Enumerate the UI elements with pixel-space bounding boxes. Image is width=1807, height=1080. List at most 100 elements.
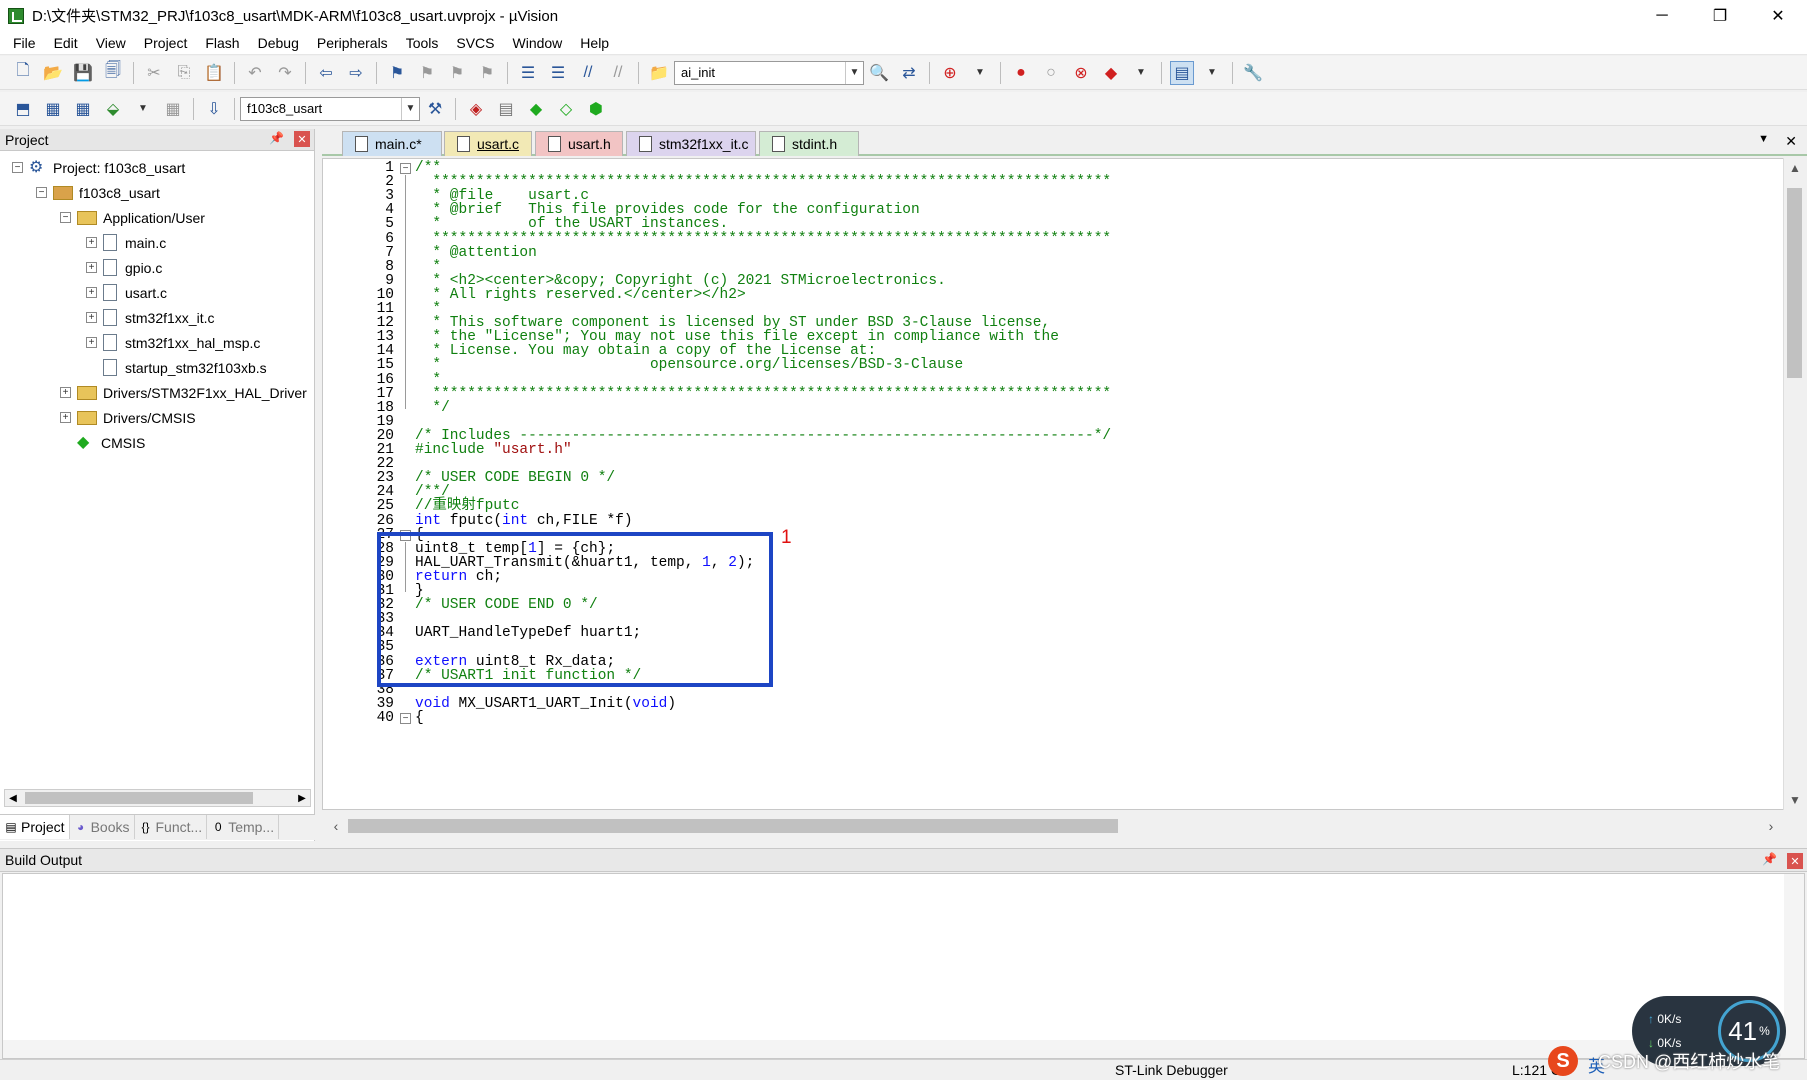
copy-icon[interactable]: ⎘ xyxy=(172,61,196,85)
pack-installer-icon[interactable]: ⬢ xyxy=(584,97,608,121)
expand-icon[interactable]: + xyxy=(60,412,71,423)
collapse-icon[interactable]: − xyxy=(36,187,47,198)
window-layout-dropdown-icon[interactable]: ▼ xyxy=(1200,61,1224,85)
close-tab-icon[interactable]: ✕ xyxy=(1785,133,1797,150)
breakpoints-dropdown-icon[interactable]: ▼ xyxy=(1129,61,1153,85)
expand-icon[interactable]: + xyxy=(86,262,97,273)
translate-icon[interactable]: ⬒ xyxy=(11,97,35,121)
unindent-icon[interactable]: ☰ xyxy=(546,61,570,85)
tree-item[interactable]: + Drivers/STM32F1xx_HAL_Driver xyxy=(0,380,314,405)
build-output-hscrollbar[interactable] xyxy=(3,1040,1786,1058)
close-panel-icon[interactable]: ✕ xyxy=(1787,853,1803,869)
pin-icon[interactable]: 📌 xyxy=(269,131,284,145)
debug-session-icon[interactable]: ⊕ xyxy=(938,61,962,85)
clear-bookmarks-icon[interactable]: ⚑ xyxy=(475,61,499,85)
rebuild-icon[interactable]: ▦ xyxy=(71,97,95,121)
menu-view[interactable]: View xyxy=(87,35,135,51)
menu-debug[interactable]: Debug xyxy=(249,35,308,51)
tree-item[interactable]: − f103c8_usart xyxy=(0,180,314,205)
new-file-icon[interactable]: 🗋 xyxy=(11,61,35,85)
code-line[interactable]: ****************************************… xyxy=(415,386,1111,402)
manage-components-icon[interactable]: ◈ xyxy=(464,97,488,121)
code-area[interactable]: /** ************************************… xyxy=(415,159,1775,809)
code-line[interactable]: { xyxy=(415,710,424,726)
fold-toggle-icon[interactable]: − xyxy=(400,163,411,174)
close-button[interactable]: ✕ xyxy=(1749,0,1807,31)
code-line[interactable]: void MX_USART1_UART_Init(void) xyxy=(415,696,676,712)
save-icon[interactable]: 💾 xyxy=(71,61,95,85)
tree-item[interactable]: + stm32f1xx_it.c xyxy=(0,305,314,330)
target-combo[interactable]: f103c8_usart ▼ xyxy=(240,96,420,121)
chevron-down-icon[interactable]: ▼ xyxy=(401,97,419,120)
select-software-packs-icon[interactable]: ◆ xyxy=(524,97,548,121)
menu-svcs[interactable]: SVCS xyxy=(447,35,503,51)
maximize-button[interactable]: ❐ xyxy=(1691,0,1749,31)
project-hscrollbar[interactable]: ◀ ▶ xyxy=(4,789,311,807)
build-output-window[interactable] xyxy=(2,873,1805,1059)
tree-item[interactable]: + stm32f1xx_hal_msp.c xyxy=(0,330,314,355)
editor-vscrollbar[interactable]: ▲ ▼ xyxy=(1783,158,1805,810)
expand-icon[interactable]: + xyxy=(86,337,97,348)
find-icon[interactable]: 🔍 xyxy=(867,61,891,85)
scroll-up-icon[interactable]: ▲ xyxy=(1784,158,1806,178)
menu-help[interactable]: Help xyxy=(571,35,618,51)
tab-stm32f1xx-it-c[interactable]: stm32f1xx_it.c xyxy=(626,131,756,156)
scroll-right-icon[interactable]: ▶ xyxy=(294,790,310,806)
pin-icon[interactable]: 📌 xyxy=(1762,852,1777,866)
chevron-down-icon[interactable]: ▼ xyxy=(845,61,863,84)
scroll-left-icon[interactable]: ◀ xyxy=(5,790,21,806)
tab-books[interactable]: ◕ Books xyxy=(70,815,135,839)
code-line[interactable]: */ xyxy=(415,400,449,416)
batch-dropdown-icon[interactable]: ▼ xyxy=(131,97,155,121)
tab-project[interactable]: ▤ Project xyxy=(0,815,70,839)
undo-icon[interactable]: ↶ xyxy=(243,61,267,85)
tab-list-dropdown-icon[interactable]: ▼ xyxy=(1758,133,1769,145)
download-icon[interactable]: ⇩ xyxy=(202,97,226,121)
tab-stdint-h[interactable]: stdint.h xyxy=(759,131,859,156)
expand-icon[interactable]: + xyxy=(86,237,97,248)
target-options-icon[interactable]: ⚒ xyxy=(423,97,447,121)
collapse-icon[interactable]: − xyxy=(12,162,23,173)
find-combo[interactable]: ai_init ▼ xyxy=(674,60,864,85)
tab-functions[interactable]: {} Funct... xyxy=(135,815,208,839)
tab-usart-c[interactable]: usart.c xyxy=(444,131,532,156)
menu-file[interactable]: File xyxy=(4,35,45,51)
tree-item[interactable]: − Application/User xyxy=(0,205,314,230)
code-line[interactable]: * opensource.org/licenses/BSD-3-Clause xyxy=(415,357,963,373)
paste-icon[interactable]: 📋 xyxy=(202,61,226,85)
replace-icon[interactable]: ⇄ xyxy=(897,61,921,85)
menu-tools[interactable]: Tools xyxy=(397,35,448,51)
menu-window[interactable]: Window xyxy=(504,35,572,51)
configure-icon[interactable]: 🔧 xyxy=(1241,61,1265,85)
editor-hscrollbar[interactable]: ‹ › xyxy=(322,816,1785,836)
menu-peripherals[interactable]: Peripherals xyxy=(308,35,397,51)
tree-item[interactable]: startup_stm32f103xb.s xyxy=(0,355,314,380)
find-in-files-icon[interactable]: 📁 xyxy=(647,61,671,85)
scroll-left-icon[interactable]: ‹ xyxy=(326,816,346,836)
tree-item[interactable]: ◆ CMSIS xyxy=(0,430,314,455)
next-bookmark-icon[interactable]: ⚑ xyxy=(445,61,469,85)
tab-usart-h[interactable]: usart.h xyxy=(535,131,623,156)
disable-breakpoint-icon[interactable]: ○ xyxy=(1039,61,1063,85)
save-all-icon[interactable]: 🗐 xyxy=(101,61,125,85)
minimize-button[interactable]: ─ xyxy=(1633,0,1691,31)
tree-item[interactable]: − ⚙ Project: f103c8_usart xyxy=(0,155,314,180)
code-editor[interactable]: 1 2 3 4 5 6 7 8 9 10 11 12 13 14 15 16 17 18 19 20 21 22 23 24 2… xyxy=(322,158,1785,810)
indent-icon[interactable]: ☰ xyxy=(516,61,540,85)
menu-flash[interactable]: Flash xyxy=(196,35,248,51)
prev-bookmark-icon[interactable]: ⚑ xyxy=(415,61,439,85)
batch-build-icon[interactable]: ⬙ xyxy=(101,97,125,121)
uncomment-icon[interactable]: // xyxy=(606,61,630,85)
tree-item[interactable]: + Drivers/CMSIS xyxy=(0,405,314,430)
redo-icon[interactable]: ↷ xyxy=(273,61,297,85)
close-panel-icon[interactable]: ✕ xyxy=(294,131,310,147)
code-line[interactable]: * All rights reserved.</center></h2> xyxy=(415,287,745,303)
build-icon[interactable]: ▦ xyxy=(41,97,65,121)
stop-build-icon[interactable]: ▦ xyxy=(161,97,185,121)
expand-icon[interactable]: + xyxy=(86,312,97,323)
comment-icon[interactable]: // xyxy=(576,61,600,85)
manage-packs-icon[interactable]: ▤ xyxy=(494,97,518,121)
scroll-down-icon[interactable]: ▼ xyxy=(1784,790,1806,810)
expand-icon[interactable]: + xyxy=(60,387,71,398)
expand-icon[interactable]: + xyxy=(86,287,97,298)
